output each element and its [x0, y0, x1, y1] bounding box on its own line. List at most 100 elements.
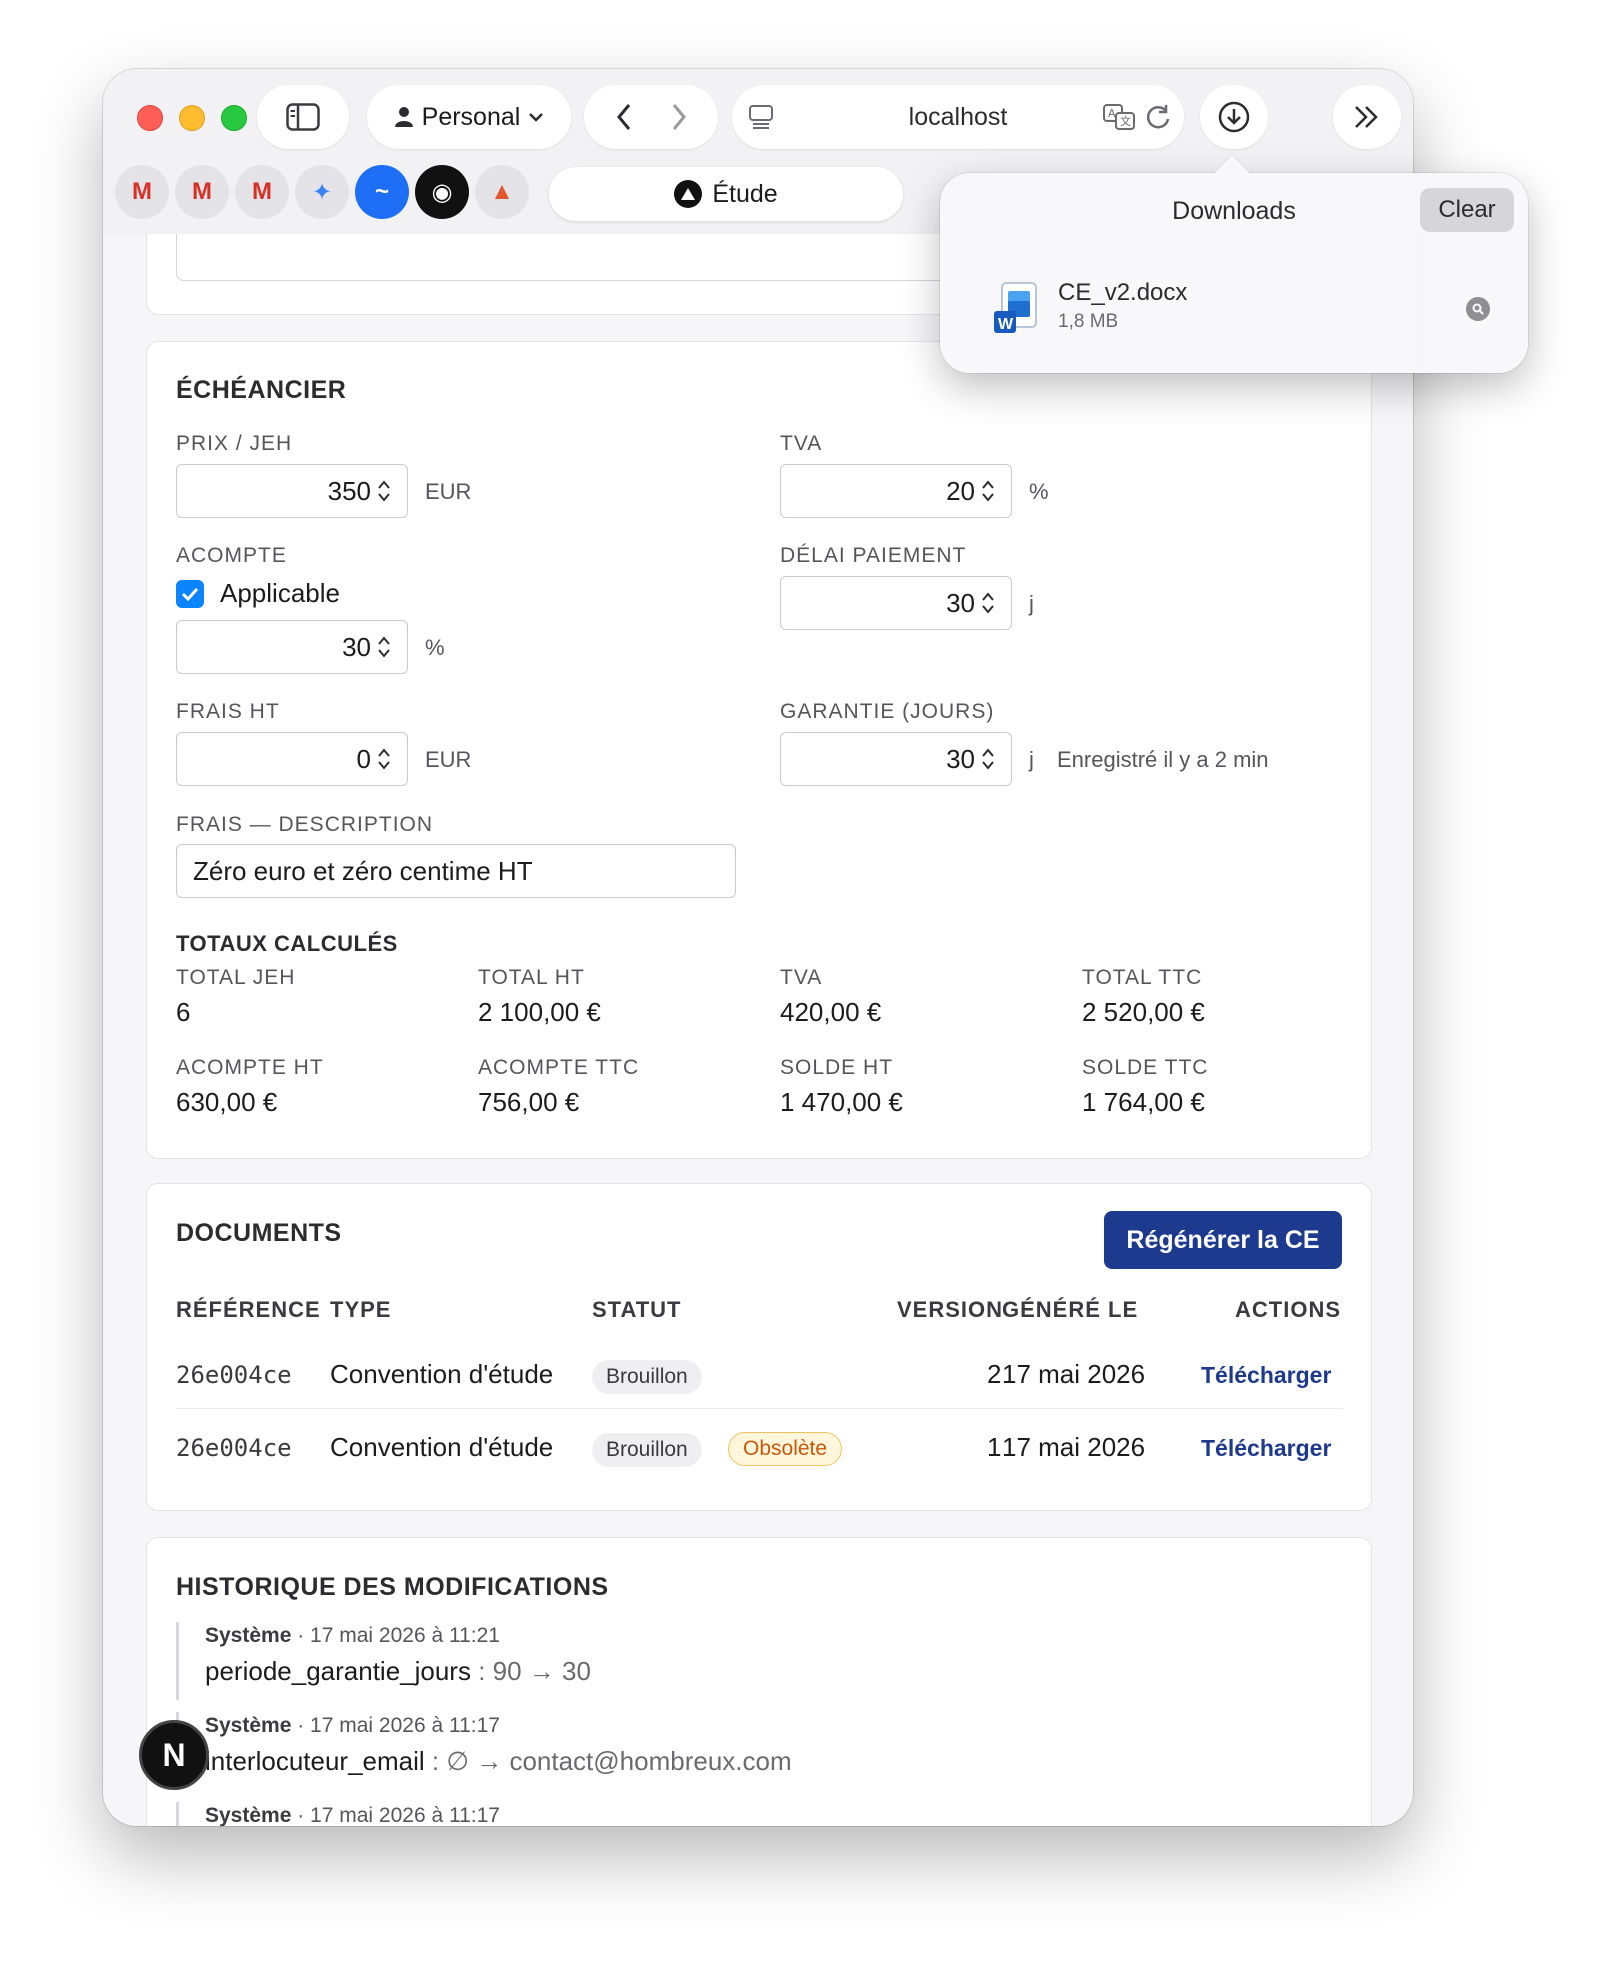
download-link[interactable]: Télécharger [1201, 1362, 1331, 1389]
totaux-title: TOTAUX CALCULÉS [176, 931, 398, 956]
stepper-icon[interactable] [377, 479, 391, 503]
frais-value: 0 [356, 743, 371, 774]
acompte-checkbox-label[interactable]: Applicable [220, 578, 340, 609]
tva-value: 20 [946, 475, 975, 506]
acompte-checkbox[interactable] [176, 580, 204, 608]
reload-icon[interactable] [1144, 103, 1172, 131]
row-date: 17 mai 2026 [1002, 1432, 1146, 1462]
nextjs-dev-badge[interactable]: N [139, 1720, 209, 1790]
solde-ttc-value: 1 764,00 € [1082, 1087, 1205, 1117]
tva-label: TVA [780, 432, 823, 455]
tab-etude[interactable]: Étude [549, 167, 903, 221]
acompte-ht-label: ACOMPTE HT [176, 1056, 324, 1079]
sidebar-toggle-button[interactable] [257, 85, 349, 149]
garantie-input[interactable]: 30 [780, 732, 1012, 786]
stepper-icon[interactable] [981, 479, 995, 503]
more-tabs-button[interactable] [1333, 85, 1401, 149]
col-actions: ACTIONS [1235, 1297, 1341, 1322]
zoom-window-button[interactable] [221, 105, 247, 131]
acompte-input[interactable]: 30 [176, 620, 408, 674]
navigation-buttons [584, 85, 718, 149]
download-link[interactable]: Télécharger [1201, 1435, 1331, 1462]
history-entry-meta: Système · 17 mai 2026 à 11:17 [205, 1804, 500, 1826]
address-bar[interactable]: localhost A文 [732, 85, 1184, 149]
obsolete-badge: Obsolète [728, 1432, 843, 1466]
downloads-button[interactable] [1200, 85, 1268, 149]
forward-icon[interactable] [670, 102, 688, 132]
chevron-down-icon [529, 113, 544, 122]
gmail-tab-icon[interactable]: M [115, 165, 169, 219]
row-reference: 26e004ce [176, 1434, 292, 1462]
tab-label: Étude [712, 179, 778, 208]
chat-tab-icon[interactable]: ◉ [415, 165, 469, 219]
history-entry-bar [176, 1802, 179, 1826]
frais-input[interactable]: 0 [176, 732, 408, 786]
row-version: 1 [987, 1432, 1002, 1462]
frais-desc-input[interactable]: Zéro euro et zéro centime HT [176, 844, 736, 898]
row-divider [176, 1408, 1343, 1409]
history-entry-meta: Système · 17 mai 2026 à 11:17 [205, 1714, 500, 1737]
app-tab-icon[interactable]: ▲ [475, 165, 529, 219]
acompte-ttc-value: 756,00 € [478, 1087, 580, 1117]
total-ttc-value: 2 520,00 € [1082, 997, 1205, 1027]
tva-unit: % [1029, 479, 1049, 504]
row-reference: 26e004ce [176, 1361, 292, 1389]
total-ttc-label: TOTAL TTC [1082, 966, 1203, 989]
download-file-name[interactable]: CE_v2.docx [1058, 279, 1187, 307]
svg-text:文: 文 [1120, 114, 1131, 128]
page-menu-icon[interactable] [748, 103, 774, 131]
garantie-value: 30 [946, 743, 975, 774]
svg-text:A: A [1108, 107, 1116, 120]
tva-total-value: 420,00 € [780, 997, 882, 1027]
stepper-icon[interactable] [981, 591, 995, 615]
gemini-tab-icon[interactable]: ✦ [295, 165, 349, 219]
translate-icon[interactable]: A文 [1102, 103, 1136, 131]
row-version: 2 [987, 1359, 1002, 1389]
status-badge: Brouillon [592, 1360, 702, 1394]
downloads-popover: Downloads Clear W CE_v2.docx 1,8 MB [940, 173, 1528, 373]
back-icon[interactable] [615, 102, 633, 132]
solde-ht-value: 1 470,00 € [780, 1087, 903, 1117]
stepper-icon[interactable] [981, 747, 995, 771]
prix-unit: EUR [425, 479, 472, 504]
garantie-unit: j [1029, 747, 1034, 772]
row-type: Convention d'étude [330, 1359, 554, 1389]
total-jeh-value: 6 [176, 997, 191, 1027]
prix-value: 350 [327, 475, 371, 506]
prix-input[interactable]: 350 [176, 464, 408, 518]
close-window-button[interactable] [137, 105, 163, 131]
history-card: HISTORIQUE DES MODIFICATIONS Système · 1… [146, 1537, 1372, 1826]
delai-input[interactable]: 30 [780, 576, 1012, 630]
person-icon [394, 107, 413, 127]
gmail-tab-icon[interactable]: M [175, 165, 229, 219]
sidebar-icon [286, 103, 320, 131]
row-date: 17 mai 2026 [1002, 1359, 1146, 1389]
stepper-icon[interactable] [377, 747, 391, 771]
url-text: localhost [908, 102, 1008, 131]
history-entry-change: interlocuteur_email : ∅ → contact@hombre… [205, 1746, 792, 1776]
history-entry-bar [176, 1622, 179, 1700]
svg-text:W: W [998, 316, 1014, 333]
gmail-tab-icon[interactable]: M [235, 165, 289, 219]
prix-label: PRIX / JEH [176, 432, 293, 455]
messenger-tab-icon[interactable]: ~ [355, 165, 409, 219]
frais-desc-label: FRAIS — DESCRIPTION [176, 813, 434, 836]
delai-label: DÉLAI PAIEMENT [780, 544, 967, 567]
total-ht-label: TOTAL HT [478, 966, 585, 989]
solde-ttc-label: SOLDE TTC [1082, 1056, 1209, 1079]
clear-downloads-button[interactable]: Clear [1420, 188, 1514, 232]
col-version: VERSION [897, 1297, 1004, 1322]
total-jeh-label: TOTAL JEH [176, 966, 296, 989]
acompte-ttc-label: ACOMPTE TTC [478, 1056, 640, 1079]
regenerate-ce-button[interactable]: Régénérer la CE [1104, 1211, 1342, 1269]
profile-label: Personal [421, 102, 521, 131]
magnifier-icon[interactable] [1466, 297, 1490, 321]
download-file-size: 1,8 MB [1058, 311, 1119, 332]
profile-selector[interactable]: Personal [367, 85, 571, 149]
acompte-value: 30 [342, 631, 371, 662]
stepper-icon[interactable] [377, 635, 391, 659]
history-entry-meta: Système · 17 mai 2026 à 11:21 [205, 1624, 500, 1647]
tva-input[interactable]: 20 [780, 464, 1012, 518]
minimize-window-button[interactable] [179, 105, 205, 131]
word-document-icon[interactable]: W [992, 281, 1040, 337]
